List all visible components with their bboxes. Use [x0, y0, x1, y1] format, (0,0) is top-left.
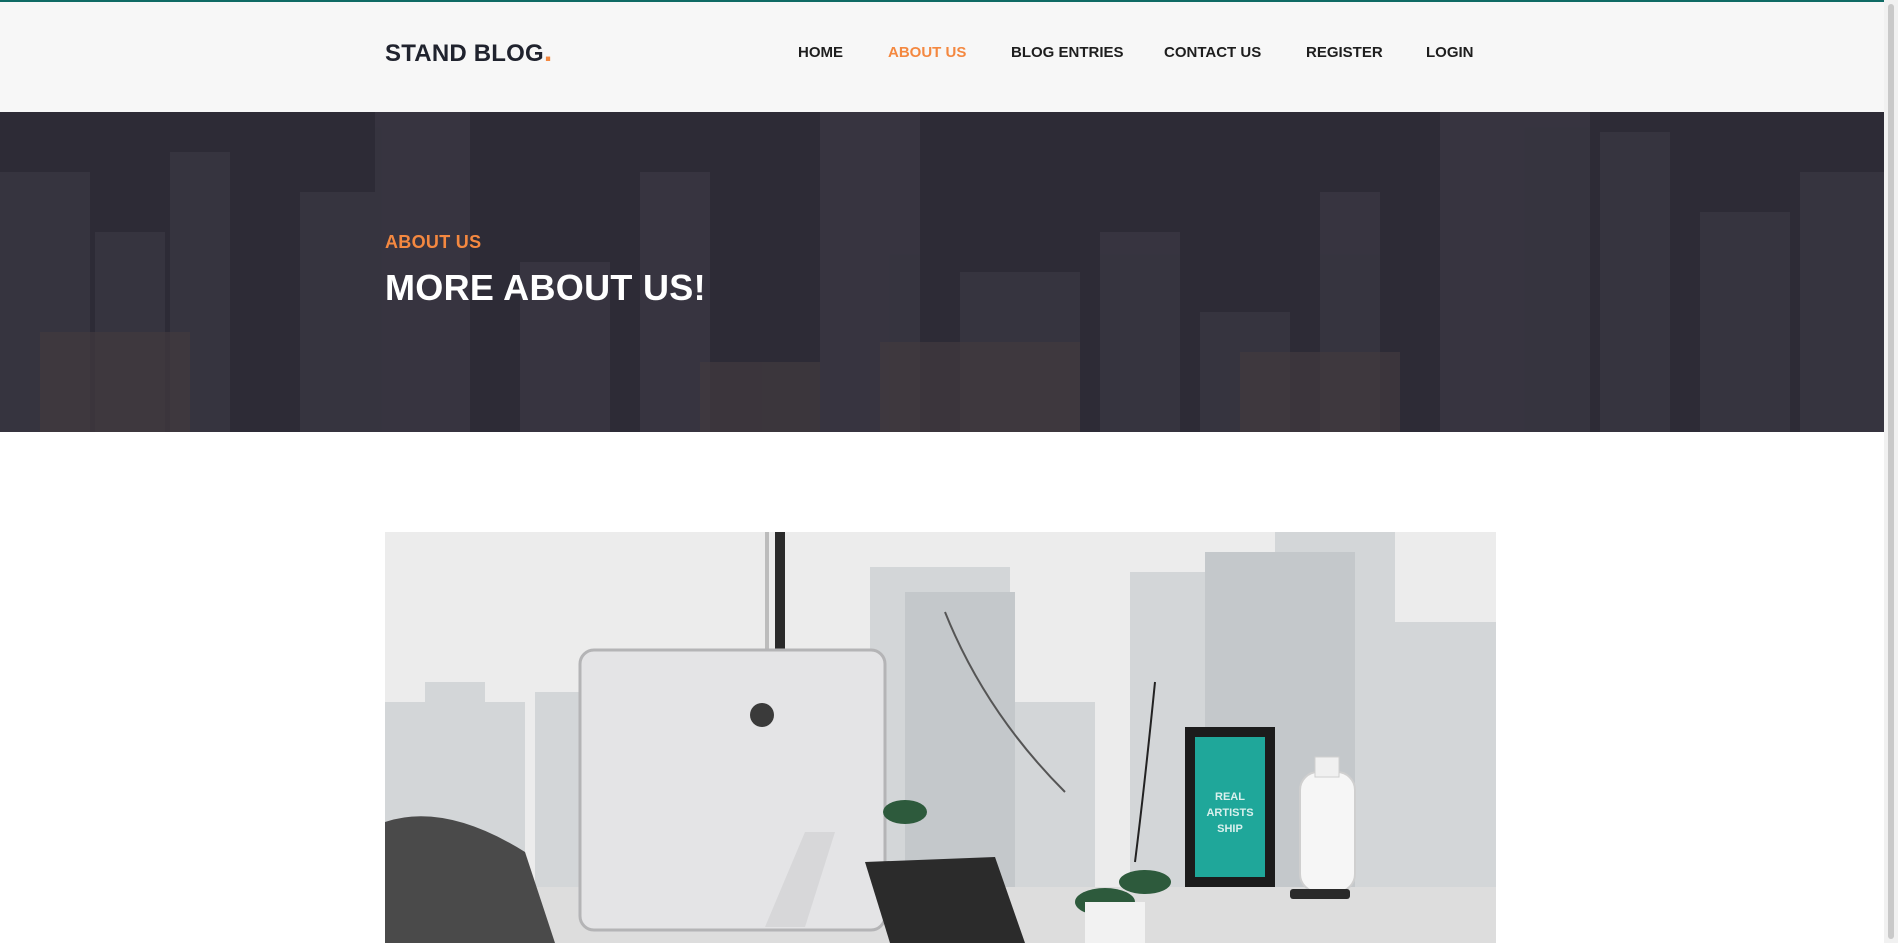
office-desk-illustration: REAL ARTISTS SHIP	[385, 532, 1496, 943]
nav-item-login[interactable]: LOGIN	[1426, 44, 1474, 61]
brand-dot: .	[543, 35, 553, 68]
site-header: STAND BLOG. HOME ABOUT US BLOG ENTRIES C…	[0, 2, 1884, 112]
page-heading-banner: ABOUT US MORE ABOUT US!	[0, 112, 1884, 432]
nav-item-register[interactable]: REGISTER	[1306, 44, 1383, 61]
frame-text-ship: SHIP	[1217, 823, 1243, 835]
page-title: MORE ABOUT US!	[385, 267, 706, 308]
about-us-hero-image: REAL ARTISTS SHIP	[385, 532, 1496, 943]
frame-text-artists: ARTISTS	[1206, 807, 1253, 819]
brand-name: STAND BLOG	[385, 40, 544, 67]
nav-item-home[interactable]: HOME	[798, 44, 843, 61]
nav-item-contact-us[interactable]: CONTACT US	[1164, 44, 1261, 61]
frame-text-real: REAL	[1215, 791, 1245, 803]
brand-logo[interactable]: STAND BLOG.	[385, 37, 552, 68]
city-skyline-background	[0, 112, 1884, 432]
nav-item-about-us[interactable]: ABOUT US	[888, 44, 966, 61]
nav-item-blog-entries[interactable]: BLOG ENTRIES	[1011, 44, 1124, 61]
banner-subtitle: ABOUT US	[385, 232, 482, 252]
scrollbar-thumb[interactable]	[1888, 4, 1894, 939]
